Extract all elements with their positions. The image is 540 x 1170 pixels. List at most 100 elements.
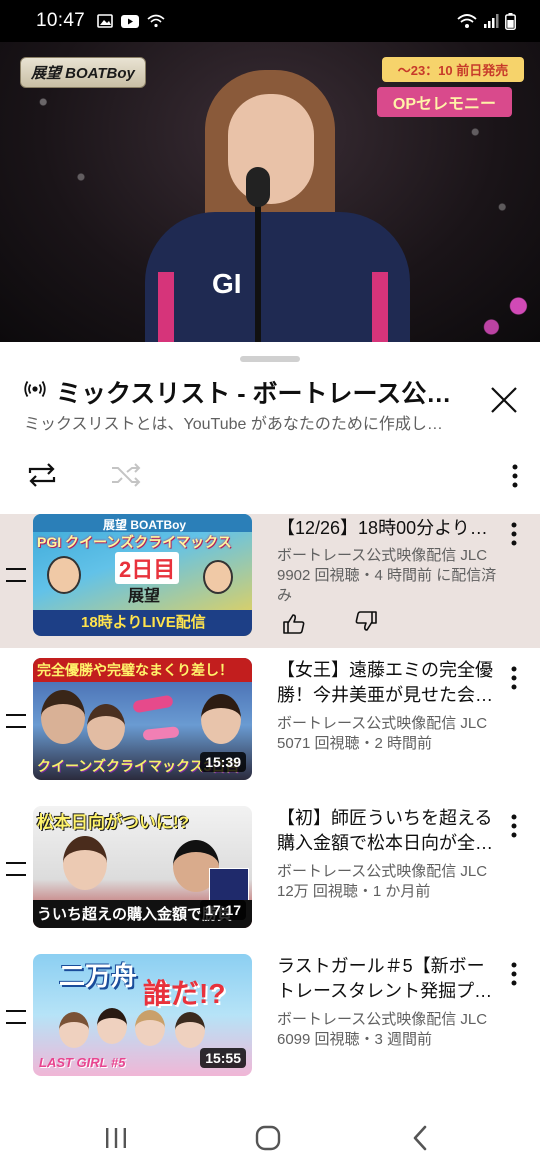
thumb-text-day: 2日目 bbox=[115, 552, 180, 584]
system-nav-bar bbox=[0, 1106, 540, 1170]
face-illustration bbox=[97, 1008, 127, 1044]
wifi-call-icon bbox=[147, 14, 165, 28]
video-meta: 6099 回視聴・3 週間前 bbox=[277, 1031, 433, 1048]
gallery-icon bbox=[97, 14, 113, 28]
item-more-button[interactable] bbox=[500, 660, 528, 696]
like-button[interactable] bbox=[277, 607, 311, 641]
close-icon bbox=[491, 387, 517, 413]
odds-board bbox=[209, 868, 249, 902]
playlist-item[interactable]: 二万舟 誰だ!? LAST GIRL #5 15:55 ラストガール＃5【新ボー… bbox=[0, 954, 540, 1082]
broadcast-logo: 展望 BOATBoy bbox=[20, 57, 146, 88]
thumb-text-main: PGI クイーンズクライマックス bbox=[37, 534, 232, 550]
video-thumbnail[interactable]: 完全優勝や完璧なまくり差し！ クイーンズクライマックス3日目 15:39 bbox=[33, 658, 252, 780]
drag-handle-icon[interactable] bbox=[6, 714, 26, 728]
ceremony-badge: OPセレモニー bbox=[376, 87, 512, 117]
more-vert-icon bbox=[511, 962, 517, 986]
item-more-button[interactable] bbox=[500, 956, 528, 992]
playlist-item-current[interactable]: 展望 BOATBoy PGI クイーンズクライマックス 2日目 展望 18時より… bbox=[0, 514, 540, 648]
playlist-title: ミックスリスト - ボートレース公式映像配信 JLC bbox=[56, 380, 456, 408]
video-title[interactable]: 【女王】遠藤エミの完全優勝！今井美亜が見せた会心の差し bbox=[277, 658, 497, 708]
panel-drag-handle[interactable] bbox=[240, 356, 300, 362]
playlist-panel: ミックスリスト - ボートレース公式映像配信 JLC ミックスリストとは、You… bbox=[0, 342, 540, 1106]
video-duration: 15:55 bbox=[200, 1048, 246, 1068]
video-thumbnail[interactable]: 展望 BOATBoy PGI クイーンズクライマックス 2日目 展望 18時より… bbox=[33, 514, 252, 636]
thumbs-up-icon bbox=[283, 614, 305, 634]
video-duration: 17:17 bbox=[200, 900, 246, 920]
mix-radio-icon bbox=[24, 381, 46, 397]
playlist-more-button[interactable] bbox=[500, 458, 530, 494]
thumb-text-top: 展望 BOATBoy bbox=[103, 518, 187, 532]
boat-illustration bbox=[142, 726, 180, 741]
playlist-subtitle: ミックスリストとは、YouTube があなたのために作成したプレイリストです bbox=[24, 416, 454, 433]
back-icon bbox=[413, 1125, 427, 1151]
channel-name: ボートレース公式映像配信 JLC bbox=[277, 863, 488, 880]
video-title[interactable]: ラストガール＃5【新ボートレースタレント発掘プロジェクト】 bbox=[277, 954, 497, 1004]
recents-button[interactable] bbox=[96, 1120, 136, 1156]
face-illustration bbox=[41, 690, 85, 744]
status-bar: 10:47 bbox=[0, 0, 540, 42]
more-vert-icon bbox=[511, 814, 517, 838]
item-more-button[interactable] bbox=[500, 808, 528, 844]
close-button[interactable] bbox=[486, 382, 522, 418]
video-meta: 12万 回視聴・1 か月前 bbox=[277, 883, 431, 900]
channel-name: ボートレース公式映像配信 JLC bbox=[277, 1011, 488, 1028]
video-meta: 9902 回視聴・4 時間前 に配信済み bbox=[277, 567, 497, 604]
thumb-text-top: 二万舟 bbox=[59, 961, 138, 991]
playlist-item[interactable]: 松本日向がついに!? ういち超えの購入金額で勝負 17:17 【初】師匠ういちを… bbox=[0, 806, 540, 934]
wifi-icon bbox=[457, 14, 477, 28]
item-more-button[interactable] bbox=[500, 516, 528, 552]
battery-icon bbox=[505, 12, 516, 30]
video-duration: 15:39 bbox=[200, 752, 246, 772]
home-button[interactable] bbox=[248, 1120, 288, 1156]
thumb-text-main: 誰だ!? bbox=[143, 978, 226, 1009]
signal-icon bbox=[484, 14, 499, 28]
video-title[interactable]: 【初】師匠ういちを超える購入金額で松本日向が全力勝負 bbox=[277, 806, 497, 856]
face-illustration bbox=[47, 556, 81, 594]
face-illustration bbox=[87, 704, 125, 750]
thumb-text-bottom: 18時よりLIVE配信 bbox=[81, 614, 206, 631]
youtube-icon bbox=[121, 14, 140, 28]
playlist-item[interactable]: 完全優勝や完璧なまくり差し！ クイーンズクライマックス3日目 15:39 【女王… bbox=[0, 658, 540, 786]
shuffle-button[interactable] bbox=[106, 455, 146, 495]
drag-handle-icon[interactable] bbox=[6, 568, 26, 582]
thumb-text-top: 松本日向がついに!? bbox=[37, 813, 190, 832]
shuffle-icon bbox=[112, 463, 141, 487]
dislike-button[interactable] bbox=[349, 604, 383, 638]
thumb-text-bottom: LAST GIRL #5 bbox=[39, 1055, 126, 1070]
drag-handle-icon[interactable] bbox=[6, 862, 26, 876]
status-time: 10:47 bbox=[36, 10, 86, 31]
more-vert-icon bbox=[511, 522, 517, 546]
recents-icon bbox=[106, 1128, 126, 1148]
boat-illustration bbox=[132, 694, 174, 714]
thumb-text-top: 完全優勝や完璧なまくり差し！ bbox=[37, 662, 233, 678]
jacket-stripe bbox=[158, 272, 174, 342]
face-illustration bbox=[135, 1010, 165, 1046]
video-thumbnail[interactable]: 二万舟 誰だ!? LAST GIRL #5 15:55 bbox=[33, 954, 252, 1076]
face-illustration bbox=[59, 1012, 89, 1048]
jacket-stripe bbox=[372, 272, 388, 342]
video-player[interactable]: GI 展望 BOATBoy 〜23：10 前日発売 OPセレモニー bbox=[0, 42, 540, 342]
microphone bbox=[246, 167, 270, 207]
channel-name: ボートレース公式映像配信 JLC bbox=[277, 547, 488, 564]
thumbs-down-icon bbox=[355, 611, 377, 631]
presenter-face bbox=[228, 94, 314, 204]
drag-handle-icon[interactable] bbox=[6, 1010, 26, 1024]
loop-button[interactable] bbox=[22, 455, 62, 495]
video-meta: 5071 回視聴・2 時間前 bbox=[277, 735, 433, 752]
video-title[interactable]: 【12/26】18時00分より… bbox=[277, 516, 497, 541]
more-vert-icon bbox=[511, 666, 517, 690]
face-illustration bbox=[63, 836, 107, 890]
face-illustration bbox=[201, 694, 241, 744]
back-button[interactable] bbox=[400, 1120, 440, 1156]
channel-name: ボートレース公式映像配信 JLC bbox=[277, 715, 488, 732]
loop-icon bbox=[28, 463, 56, 487]
home-icon bbox=[255, 1125, 281, 1151]
face-illustration bbox=[175, 1012, 205, 1048]
thumb-text-sub: 展望 bbox=[128, 588, 161, 605]
video-thumbnail[interactable]: 松本日向がついに!? ういち超えの購入金額で勝負 17:17 bbox=[33, 806, 252, 928]
face-illustration bbox=[203, 560, 233, 594]
time-badge: 〜23：10 前日発売 bbox=[382, 57, 524, 82]
presenter-body bbox=[145, 212, 410, 342]
jersey-text: GI bbox=[212, 268, 242, 299]
more-vert-icon bbox=[512, 464, 518, 488]
